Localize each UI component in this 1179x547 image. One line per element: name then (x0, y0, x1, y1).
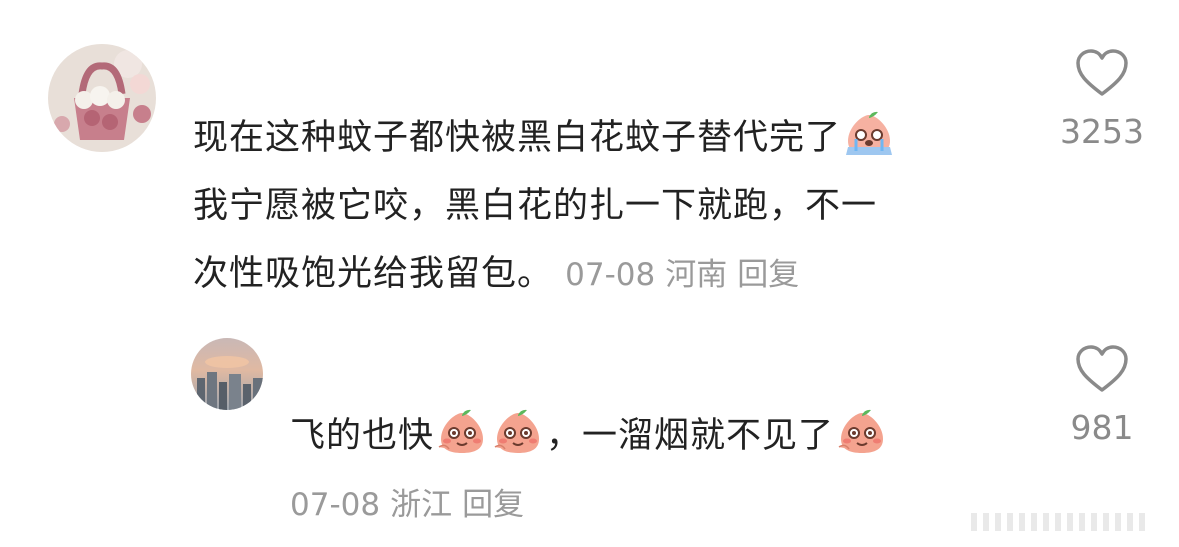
comment-location: 浙江 (390, 487, 453, 523)
comment-line: 07-08 浙江 回复 (290, 470, 1030, 539)
like-button[interactable]: 3253 (1047, 48, 1157, 151)
comment-meta: 07-08 浙江 回复 (290, 487, 534, 523)
crying-peach-emoji (846, 111, 893, 155)
blushing-peach-emoji (838, 409, 884, 453)
comment-location: 河南 (665, 257, 728, 293)
comment-date: 07-08 (565, 257, 656, 293)
reply-button[interactable]: 回复 (462, 487, 524, 523)
like-count: 3253 (1060, 112, 1144, 151)
comment-line: 我宁愿被它咬，黑白花的扎一下就跑，不一 (193, 172, 1013, 240)
reply-button[interactable]: 回复 (737, 257, 799, 293)
heart-icon[interactable] (1074, 344, 1130, 394)
comment-line-text: 现在这种蚊子都快被黑白花蚊子替代完了 (193, 118, 842, 158)
comment-line-text: ，一溜烟就不见了 (546, 416, 835, 456)
comment-body: 飞的也快 ，一溜烟就不见了 07-08 浙江 回复 (290, 402, 1030, 539)
avatar[interactable] (48, 44, 156, 152)
like-count: 981 (1070, 408, 1134, 447)
blushing-peach-emoji (438, 409, 484, 453)
like-button[interactable]: 981 (1047, 344, 1157, 447)
comment-meta: 07-08 河南 回复 (565, 257, 809, 293)
avatar[interactable] (191, 338, 263, 410)
comment-date: 07-08 (290, 487, 381, 523)
comment-line: 飞的也快 ，一溜烟就不见了 (290, 402, 1030, 470)
comment-body: 现在这种蚊子都快被黑白花蚊子替代完了 我宁愿被它咬，黑白花的扎一下就跑，不一 次… (193, 104, 1013, 309)
comment-line-text: 飞的也快 (290, 416, 435, 456)
blushing-peach-emoji (494, 409, 540, 453)
comment-line-text: 次性吸饱光给我留包。 (193, 254, 554, 294)
comment-line: 次性吸饱光给我留包。 07-08 河南 回复 (193, 240, 1013, 309)
heart-icon[interactable] (1074, 48, 1130, 98)
comment-line-text: 我宁愿被它咬，黑白花的扎一下就跑，不一 (193, 186, 878, 226)
comment-line: 现在这种蚊子都快被黑白花蚊子替代完了 (193, 104, 1013, 172)
watermark-logo (969, 509, 1169, 539)
